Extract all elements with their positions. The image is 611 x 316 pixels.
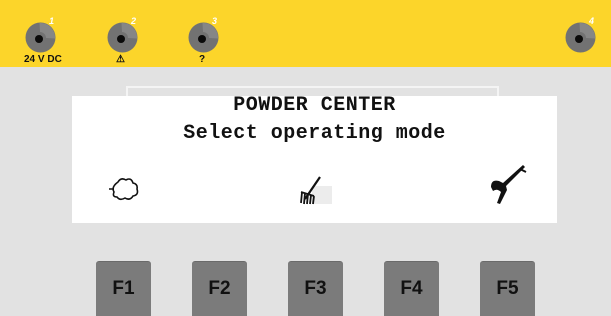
indicator-2-led-icon (107, 22, 138, 53)
f4-key-button[interactable]: F4 (384, 261, 439, 316)
powder-rake-icon[interactable] (298, 174, 334, 211)
display-subtitle: Select operating mode (183, 122, 446, 145)
gun-hook-icon[interactable] (487, 162, 529, 211)
warning-icon: ⚠ (116, 54, 125, 65)
indicator-4-number: 4 (589, 16, 595, 26)
f2-key-button[interactable]: F2 (192, 261, 247, 316)
display-title: POWDER CENTER (233, 94, 396, 117)
indicator-3-number: 3 (212, 16, 218, 26)
cloud-outline-icon[interactable] (107, 176, 141, 207)
f1-key-button[interactable]: F1 (96, 261, 151, 316)
indicator-1-number: 1 (49, 16, 55, 26)
status-indicator-bar: 1 24 V DC 2 ⚠ 3 ? 4 (0, 0, 611, 67)
indicator-1-led-icon (25, 22, 56, 53)
help-indicator-label: ? (199, 54, 206, 65)
indicator-4-led-icon (565, 22, 596, 53)
lcd-display: POWDER CENTER Select operating mode (72, 94, 557, 223)
indicator-2-number: 2 (131, 16, 137, 26)
f3-key-button[interactable]: F3 (288, 261, 343, 316)
indicator-3-led-icon (188, 22, 219, 53)
f5-key-button[interactable]: F5 (480, 261, 535, 316)
indicator-1-label: 24 V DC (24, 54, 62, 65)
